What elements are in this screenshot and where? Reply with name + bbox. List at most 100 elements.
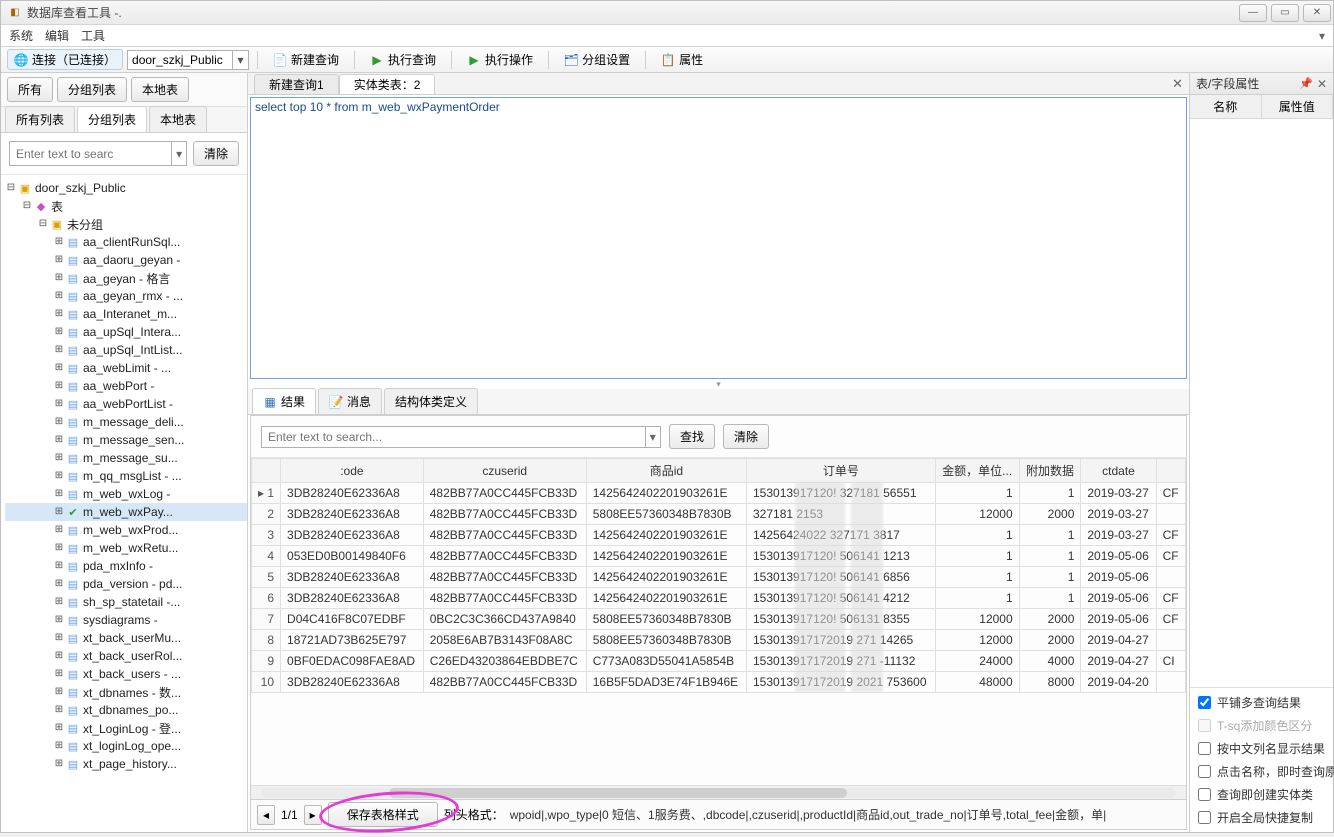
table-cell[interactable]: 3DB28240E62336A8 — [281, 672, 424, 693]
table-cell[interactable]: 2019-03-27 — [1081, 525, 1156, 546]
table-cell[interactable]: 14256424022 327171 3817 — [747, 525, 936, 546]
maximize-button[interactable]: ▭ — [1271, 4, 1299, 22]
tree-toggle-icon[interactable]: ⊞ — [53, 650, 65, 662]
tree-toggle-icon[interactable]: ⊞ — [53, 524, 65, 536]
tree-item[interactable]: ⊞▤aa_webPortList - — [5, 395, 247, 413]
tree-item[interactable]: ⊞▤xt_dbnames_po... — [5, 701, 247, 719]
tree-item[interactable]: ⊟▣door_szkj_Public — [5, 179, 247, 197]
table-cell[interactable]: 1 — [935, 546, 1019, 567]
chevron-down-icon[interactable]: ▾ — [171, 142, 186, 165]
tree-toggle-icon[interactable]: ⊞ — [53, 758, 65, 770]
table-cell[interactable] — [1156, 504, 1185, 525]
table-cell[interactable] — [1156, 567, 1185, 588]
tree-toggle-icon[interactable]: ⊞ — [53, 254, 65, 266]
table-cell[interactable]: C773A083D55041A5854B — [586, 651, 746, 672]
table-cell[interactable]: 1 — [1019, 588, 1081, 609]
tree-toggle-icon[interactable]: ⊟ — [37, 218, 49, 230]
tree-item[interactable]: ⊞▤pda_version - pd... — [5, 575, 247, 593]
table-cell[interactable]: 0BC2C3C366CD437A9840 — [423, 609, 586, 630]
table-cell[interactable]: 3DB28240E62336A8 — [281, 588, 424, 609]
tree-toggle-icon[interactable]: ⊞ — [53, 596, 65, 608]
group-settings-button[interactable]: 🗂 分组设置 — [557, 48, 637, 71]
table-cell[interactable]: 12000 — [935, 630, 1019, 651]
tree-search-input[interactable] — [10, 142, 171, 165]
table-cell[interactable]: 3DB28240E62336A8 — [281, 483, 424, 504]
table-cell[interactable]: 4000 — [1019, 651, 1081, 672]
table-cell[interactable]: CF — [1156, 546, 1185, 567]
menu-tool[interactable]: 工具 — [81, 27, 105, 44]
opt-global-copy[interactable]: 开启全局快捷复制 — [1198, 809, 1325, 826]
table-cell[interactable]: 1425642402201903261E — [586, 588, 746, 609]
table-cell[interactable]: 2019-04-20 — [1081, 672, 1156, 693]
tree-item[interactable]: ⊞▤xt_back_userRol... — [5, 647, 247, 665]
tree-item[interactable]: ⊞▤sh_sp_statetail -... — [5, 593, 247, 611]
opt-tsql[interactable]: T-sq添加颜色区分 — [1198, 717, 1325, 734]
exec-op-button[interactable]: ▶ 执行操作 — [460, 48, 540, 71]
tree-item[interactable]: ⊞▤m_message_su... — [5, 449, 247, 467]
chevron-down-icon[interactable]: ▾ — [645, 427, 660, 447]
table-cell[interactable]: 482BB77A0CC445FCB33D — [423, 567, 586, 588]
table-row[interactable]: 63DB28240E62336A8482BB77A0CC445FCB33D142… — [252, 588, 1186, 609]
table-cell[interactable]: 2000 — [1019, 630, 1081, 651]
save-format-button[interactable]: 保存表格样式 — [328, 802, 438, 827]
table-row[interactable]: 818721AD73B625E7972058E6AB7B3143F08A8C58… — [252, 630, 1186, 651]
tree-item[interactable]: ⊞▤xt_back_userMu... — [5, 629, 247, 647]
table-cell[interactable]: 3DB28240E62336A8 — [281, 504, 424, 525]
tree-item[interactable]: ⊞▤xt_loginLog_ope... — [5, 737, 247, 755]
table-cell[interactable]: 153013917120! 506131 8355 — [747, 609, 936, 630]
table-cell[interactable]: 3DB28240E62336A8 — [281, 525, 424, 546]
tree-toggle-icon[interactable]: ⊞ — [53, 614, 65, 626]
database-selector[interactable]: ▾ — [127, 50, 249, 70]
pin-icon[interactable]: 📌 — [1299, 77, 1313, 90]
connect-button[interactable]: 🌐 连接（已连接） — [7, 49, 123, 70]
tree-toggle-icon[interactable]: ⊞ — [53, 470, 65, 482]
tree-view[interactable]: ⊟▣door_szkj_Public⊟◆表⊟▣未分组⊞▤aa_clientRun… — [1, 175, 247, 832]
table-cell[interactable]: 48000 — [935, 672, 1019, 693]
tree-item[interactable]: ⊞▤m_message_sen... — [5, 431, 247, 449]
tree-item[interactable]: ⊞▤aa_upSql_IntList... — [5, 341, 247, 359]
table-cell[interactable] — [1156, 630, 1185, 651]
table-cell[interactable]: CI — [1156, 651, 1185, 672]
result-search-input[interactable] — [262, 427, 645, 447]
column-header[interactable]: ctdate — [1081, 459, 1156, 483]
table-cell[interactable]: 1 — [1019, 525, 1081, 546]
column-header[interactable] — [1156, 459, 1185, 483]
table-cell[interactable]: 12000 — [935, 504, 1019, 525]
column-header[interactable]: 商品id — [586, 459, 746, 483]
table-cell[interactable]: 1425642402201903261E — [586, 483, 746, 504]
table-cell[interactable]: 12000 — [935, 609, 1019, 630]
tree-item[interactable]: ⊞▤m_web_wxProd... — [5, 521, 247, 539]
table-cell[interactable]: C26ED43203864EBDBE7C — [423, 651, 586, 672]
new-query-button[interactable]: 📄 新建查询 — [266, 48, 346, 71]
menubar-overflow-icon[interactable]: ▾ — [1315, 29, 1329, 43]
tree-item[interactable]: ⊞▤xt_LoginLog - 登... — [5, 719, 247, 737]
table-cell[interactable]: 5808EE57360348B7830B — [586, 609, 746, 630]
table-row[interactable]: 33DB28240E62336A8482BB77A0CC445FCB33D142… — [252, 525, 1186, 546]
tree-item[interactable]: ⊞▤m_web_wxRetu... — [5, 539, 247, 557]
horizontal-scrollbar[interactable] — [251, 785, 1186, 799]
opt-click-name[interactable]: 点击名称，即时查询原 — [1198, 763, 1325, 780]
table-cell[interactable]: 153013917120! 327181 56551 — [747, 483, 936, 504]
tree-toggle-icon[interactable]: ⊞ — [53, 272, 65, 284]
table-cell[interactable]: 482BB77A0CC445FCB33D — [423, 483, 586, 504]
tree-toggle-icon[interactable]: ⊞ — [53, 434, 65, 446]
table-row[interactable]: 103DB28240E62336A8482BB77A0CC445FCB33D16… — [252, 672, 1186, 693]
tree-toggle-icon[interactable]: ⊞ — [53, 488, 65, 500]
table-row[interactable]: ▸ 13DB28240E62336A8482BB77A0CC445FCB33D1… — [252, 483, 1186, 504]
table-cell[interactable]: 2058E6AB7B3143F08A8C — [423, 630, 586, 651]
table-row[interactable]: 4053ED0B00149840F6482BB77A0CC445FCB33D14… — [252, 546, 1186, 567]
table-cell[interactable]: CF — [1156, 609, 1185, 630]
tree-item[interactable]: ⊞▤aa_daoru_geyan - — [5, 251, 247, 269]
tree-toggle-icon[interactable]: ⊞ — [53, 542, 65, 554]
table-cell[interactable]: 153013917172019 2021 753600 — [747, 672, 936, 693]
tree-item[interactable]: ⊟◆表 — [5, 197, 247, 215]
opt-flat[interactable]: 平铺多查询结果 — [1198, 694, 1325, 711]
tree-toggle-icon[interactable]: ⊟ — [5, 182, 17, 194]
database-input[interactable] — [128, 53, 232, 67]
table-cell[interactable]: CF — [1156, 525, 1185, 546]
tree-toggle-icon[interactable]: ⊞ — [53, 344, 65, 356]
table-cell[interactable]: 0BF0EDAC098FAE8AD — [281, 651, 424, 672]
table-cell[interactable]: 2019-05-06 — [1081, 546, 1156, 567]
table-cell[interactable]: 2019-05-06 — [1081, 588, 1156, 609]
tree-toggle-icon[interactable]: ⊞ — [53, 578, 65, 590]
